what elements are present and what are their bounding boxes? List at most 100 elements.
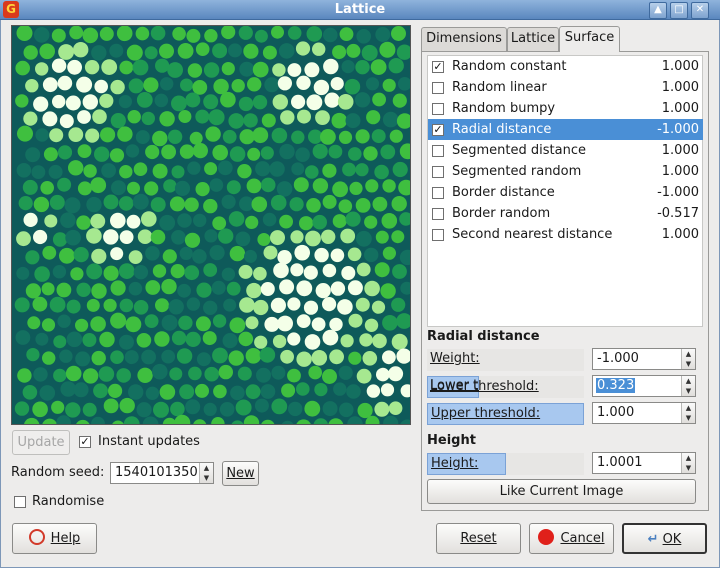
lattice-cell <box>32 296 48 312</box>
lattice-cell <box>228 113 244 129</box>
lattice-preview-graphic <box>12 26 410 424</box>
list-item-checkbox[interactable] <box>432 208 444 220</box>
list-item[interactable]: Segmented random 1.000 <box>428 161 703 182</box>
height-spin-arrows-icon[interactable]: ▲ ▼ <box>681 453 695 473</box>
random-seed-value: 1540101350 <box>115 465 198 480</box>
lattice-cell <box>291 162 305 176</box>
lattice-cell <box>92 109 107 124</box>
lattice-cell <box>245 316 259 330</box>
random-seed-input[interactable]: 1540101350 ▲ ▼ <box>110 462 214 484</box>
lattice-cell <box>86 196 102 213</box>
lattice-cell <box>271 398 288 415</box>
lattice-cell <box>15 330 31 345</box>
lattice-cell <box>229 146 246 162</box>
lattice-cell <box>355 129 370 144</box>
lattice-cell <box>179 384 195 400</box>
help-button[interactable]: Help <box>12 523 97 554</box>
lattice-cell <box>143 77 159 93</box>
new-seed-label: New <box>226 466 255 481</box>
instant-updates-checkbox[interactable]: ✓ <box>79 436 91 448</box>
lattice-cell <box>82 333 97 347</box>
random-seed-label: Random seed: <box>11 465 105 480</box>
tab-surface[interactable]: Surface <box>559 26 620 52</box>
close-icon[interactable]: ✕ <box>691 2 709 19</box>
upper-threshold-label-text: Upper threshold: <box>431 406 541 421</box>
lattice-cell <box>136 333 152 348</box>
tab-dimensions[interactable]: Dimensions <box>421 27 507 51</box>
lattice-cell <box>161 314 178 331</box>
list-item-checkbox[interactable] <box>432 166 444 178</box>
roll-up-icon[interactable]: ▲ <box>649 2 667 19</box>
weight-input[interactable]: -1.000 ▲ ▼ <box>592 348 696 370</box>
upper-threshold-input[interactable]: 1.000 ▲ ▼ <box>592 402 696 424</box>
lower-threshold-spin-arrows-icon[interactable]: ▲ ▼ <box>681 376 695 396</box>
lattice-cell <box>180 78 193 92</box>
lattice-cell <box>322 369 337 384</box>
list-item-selected[interactable]: ✓ Radial distance -1.000 <box>428 119 703 140</box>
list-item-checkbox[interactable] <box>432 145 444 157</box>
list-item[interactable]: ✓ Random constant 1.000 <box>428 56 703 77</box>
lattice-cell <box>64 197 81 214</box>
upper-threshold-spin-arrows-icon[interactable]: ▲ ▼ <box>681 403 695 423</box>
lattice-cell <box>293 177 309 193</box>
lattice-cell <box>73 247 89 263</box>
lattice-cell <box>127 110 141 124</box>
list-item-checkbox[interactable]: ✓ <box>432 61 444 73</box>
new-seed-button[interactable]: New <box>222 461 259 486</box>
list-item-checkbox[interactable] <box>432 82 444 94</box>
lattice-cell <box>176 348 193 364</box>
list-item-checkbox[interactable] <box>432 229 444 241</box>
lattice-cell <box>375 230 389 244</box>
title-bar: G Lattice ▲ □ ✕ <box>0 0 720 20</box>
lattice-cell <box>372 92 386 107</box>
lattice-cell <box>86 298 100 312</box>
list-item-checkbox[interactable] <box>432 187 444 199</box>
seed-spin-arrows-icon[interactable]: ▲ ▼ <box>199 463 213 483</box>
upper-threshold-label: Upper threshold: <box>427 403 584 425</box>
update-button[interactable]: Update <box>12 430 70 455</box>
list-item-checkbox[interactable] <box>432 103 444 115</box>
lattice-cell <box>213 78 229 95</box>
lattice-cell <box>153 401 169 418</box>
lattice-cell <box>228 350 244 366</box>
lower-threshold-input[interactable]: 0.323 ▲ ▼ <box>592 375 696 397</box>
lattice-cell <box>348 351 362 365</box>
lattice-cell <box>171 165 185 179</box>
tab-lattice[interactable]: Lattice <box>507 27 559 51</box>
lattice-cell <box>270 194 287 211</box>
lattice-cell <box>49 194 65 210</box>
list-item[interactable]: Border distance -1.000 <box>428 182 703 203</box>
lattice-cell <box>16 266 30 280</box>
like-current-image-button[interactable]: Like Current Image <box>427 479 696 504</box>
lattice-cell <box>66 331 83 348</box>
weight-spin-arrows-icon[interactable]: ▲ ▼ <box>681 349 695 369</box>
lattice-cell <box>99 26 114 41</box>
lattice-cell <box>150 26 166 41</box>
ok-button[interactable]: ↵ OK <box>622 523 707 554</box>
lattice-cell <box>99 331 115 348</box>
lattice-cell <box>124 350 139 365</box>
maximize-icon[interactable]: □ <box>670 2 688 19</box>
lattice-cell <box>296 351 312 367</box>
lattice-cell <box>355 297 370 312</box>
cancel-button[interactable]: Cancel <box>529 523 614 554</box>
height-input[interactable]: 1.0001 ▲ ▼ <box>592 452 696 474</box>
lattice-cell <box>370 59 387 75</box>
list-item[interactable]: Random bumpy 1.000 <box>428 98 703 119</box>
lattice-cell <box>244 249 257 263</box>
lattice-cell <box>135 26 150 41</box>
lattice-cell <box>118 263 135 279</box>
list-item[interactable]: Random linear 1.000 <box>428 77 703 98</box>
list-item-checkbox[interactable]: ✓ <box>432 124 444 136</box>
list-item[interactable]: Border random -0.517 <box>428 203 703 224</box>
lattice-cell <box>75 318 89 332</box>
list-item[interactable]: Second nearest distance 1.000 <box>428 224 703 245</box>
list-item[interactable]: Segmented distance 1.000 <box>428 140 703 161</box>
lattice-cell <box>391 196 407 212</box>
lattice-cell <box>186 28 201 43</box>
reset-button[interactable]: Reset <box>436 523 521 554</box>
lattice-cell <box>382 179 396 193</box>
randomise-checkbox[interactable] <box>14 496 26 508</box>
reset-label: Reset <box>460 531 497 546</box>
height-label-text: Height: <box>431 456 479 471</box>
